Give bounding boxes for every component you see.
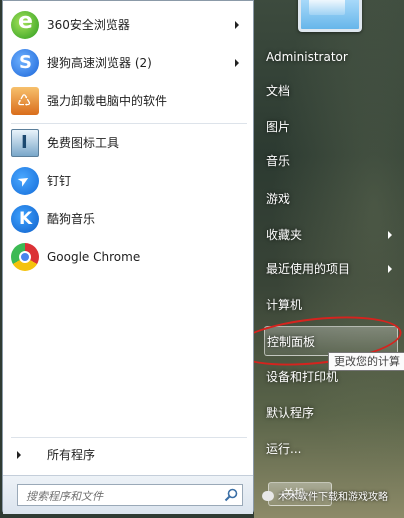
- programs-pane: 360安全浏览器 搜狗高速浏览器 (2) 强力卸载电脑中的软件 免费图标工具 钉…: [2, 0, 254, 514]
- watermark-text: 木木软件下载和游戏攻略: [278, 492, 388, 503]
- chevron-right-icon: [388, 231, 392, 239]
- search-icon[interactable]: [224, 488, 238, 502]
- menu-item-label: 图片: [266, 120, 291, 134]
- chevron-right-icon: [17, 451, 21, 459]
- divider: [11, 437, 247, 438]
- program-label: 钉钉: [47, 174, 72, 188]
- user-picture[interactable]: [298, 0, 362, 32]
- menu-item-label: 游戏: [266, 192, 291, 206]
- menu-item-pictures[interactable]: 图片: [266, 112, 398, 142]
- program-item-icon-tool[interactable]: 免费图标工具: [9, 125, 249, 161]
- menu-item-label: 计算机: [266, 298, 303, 312]
- sogou-browser-icon: [11, 49, 39, 77]
- program-item-360-browser[interactable]: 360安全浏览器: [9, 7, 249, 43]
- program-item-uninstaller[interactable]: 强力卸载电脑中的软件: [9, 83, 249, 119]
- menu-item-run[interactable]: 运行...: [266, 434, 398, 464]
- start-menu: Administrator 文档 图片 音乐 游戏 收藏夹 最近使用的项目 计算…: [0, 0, 404, 518]
- program-label: 免费图标工具: [47, 136, 120, 150]
- program-item-sogou-browser[interactable]: 搜狗高速浏览器 (2): [9, 45, 249, 81]
- chevron-right-icon: [235, 59, 239, 67]
- menu-item-label: 音乐: [266, 154, 291, 168]
- kugou-music-icon: [11, 205, 39, 233]
- program-label: 酷狗音乐: [47, 212, 96, 226]
- dingtalk-icon: [11, 167, 39, 195]
- program-label: 搜狗高速浏览器 (2): [47, 56, 152, 70]
- chevron-right-icon: [388, 265, 392, 273]
- menu-item-label: Administrator: [266, 50, 348, 64]
- right-pane: Administrator 文档 图片 音乐 游戏 收藏夹 最近使用的项目 计算…: [254, 0, 404, 518]
- menu-item-favorites[interactable]: 收藏夹: [266, 220, 398, 250]
- program-item-google-chrome[interactable]: Google Chrome: [9, 239, 249, 275]
- menu-item-music[interactable]: 音乐: [266, 146, 398, 176]
- uninstall-icon: [11, 87, 39, 115]
- browser-360-icon: [11, 7, 39, 39]
- chevron-right-icon: [235, 21, 239, 29]
- menu-item-label: 最近使用的项目: [266, 262, 351, 276]
- menu-item-games[interactable]: 游戏: [266, 184, 398, 214]
- menu-item-default-programs[interactable]: 默认程序: [266, 398, 398, 428]
- user-picture-screen: [309, 0, 345, 15]
- menu-item-administrator[interactable]: Administrator: [266, 42, 398, 72]
- program-label: 360安全浏览器: [47, 18, 130, 32]
- all-programs-button[interactable]: 所有程序: [9, 441, 249, 469]
- tooltip: 更改您的计算: [328, 352, 404, 371]
- program-label: 强力卸载电脑中的软件: [47, 94, 168, 108]
- search-bar-area: [3, 475, 253, 514]
- menu-item-label: 文档: [266, 84, 291, 98]
- search-box: [17, 484, 243, 507]
- program-label: Google Chrome: [47, 250, 141, 264]
- divider: [11, 123, 247, 124]
- all-programs-label: 所有程序: [47, 448, 96, 462]
- menu-item-label: 收藏夹: [266, 228, 303, 242]
- menu-item-documents[interactable]: 文档: [266, 76, 398, 106]
- watermark: 木木软件下载和游戏攻略: [262, 488, 402, 508]
- icon-tool-icon: [11, 129, 39, 157]
- menu-item-computer[interactable]: 计算机: [266, 290, 398, 320]
- program-item-kugou-music[interactable]: 酷狗音乐: [9, 201, 249, 237]
- menu-item-label: 设备和打印机: [266, 370, 339, 384]
- menu-item-recent-items[interactable]: 最近使用的项目: [266, 254, 398, 284]
- program-item-dingtalk[interactable]: 钉钉: [9, 163, 249, 199]
- chrome-icon: [11, 243, 39, 271]
- wechat-icon: [262, 491, 274, 501]
- menu-item-label: 默认程序: [266, 406, 315, 420]
- menu-item-label: 运行...: [266, 442, 302, 456]
- search-input[interactable]: [18, 485, 224, 507]
